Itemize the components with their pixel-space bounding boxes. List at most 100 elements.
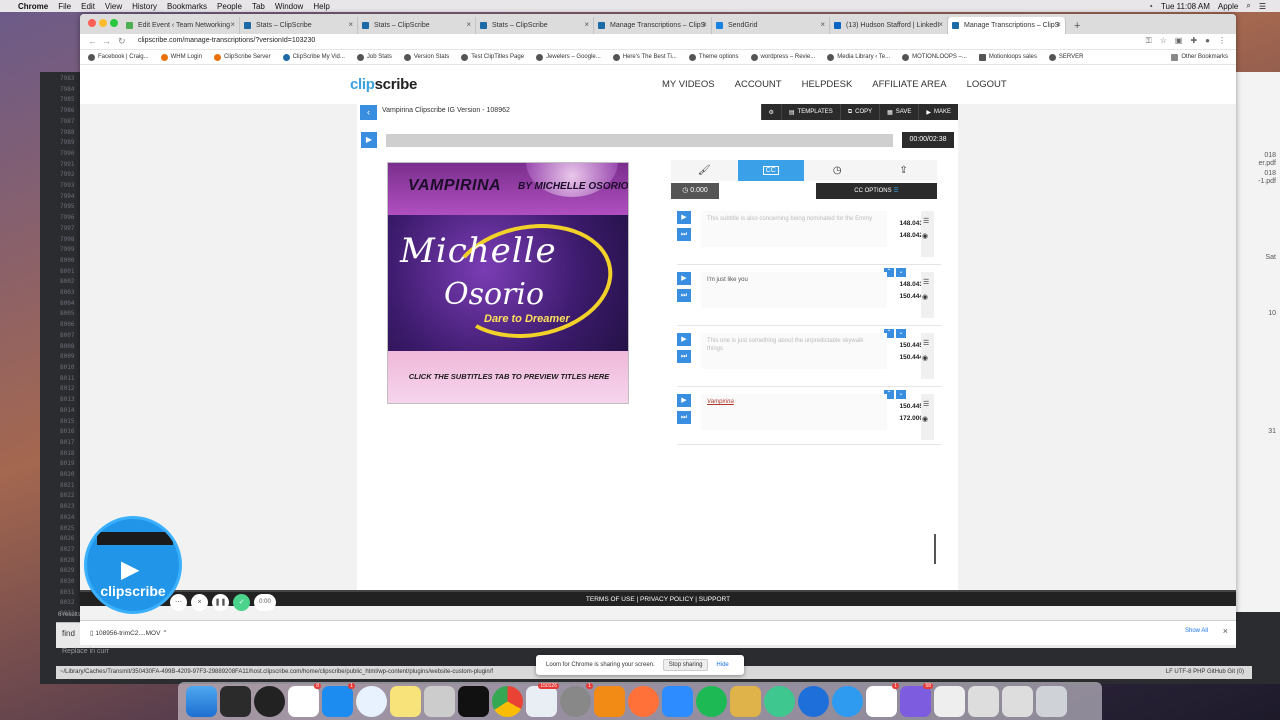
subtitle-start-time[interactable]: 150.445 bbox=[881, 403, 924, 410]
tab-style[interactable]: 🖌 bbox=[671, 160, 738, 181]
play-to-end-button[interactable]: ⏭ bbox=[677, 350, 691, 363]
play-segment-button[interactable]: ▶ bbox=[677, 394, 691, 407]
make-button[interactable]: ▶ MAKE bbox=[918, 104, 958, 120]
calendar-icon[interactable]: 8 bbox=[288, 682, 321, 717]
bookmark-item[interactable]: ClipScribe My Vid... bbox=[282, 53, 345, 61]
tab-close-icon[interactable]: × bbox=[938, 20, 943, 29]
tab-close-icon[interactable]: × bbox=[466, 20, 471, 29]
cancel-recording-icon[interactable]: × bbox=[191, 594, 208, 611]
back-icon[interactable]: ← bbox=[88, 36, 97, 46]
chrome-icon[interactable] bbox=[492, 685, 523, 717]
safari-icon[interactable] bbox=[356, 685, 387, 717]
transmit-icon[interactable] bbox=[730, 685, 761, 717]
close-icon[interactable]: × bbox=[1223, 626, 1228, 636]
cc-options-button[interactable]: CC OPTIONS ☰ bbox=[816, 183, 937, 199]
wifi-icon[interactable]: ◔ bbox=[1148, 2, 1153, 11]
footer-privacy-link[interactable]: PRIVACY POLICY bbox=[640, 596, 693, 603]
bookmark-item[interactable]: Facebook | Craig... bbox=[88, 53, 149, 61]
clock[interactable]: Tue 11:08 AM bbox=[1161, 2, 1210, 11]
subtitle-end-time[interactable]: 150.444 bbox=[881, 354, 924, 361]
footer-terms-link[interactable]: TERMS OF USE bbox=[586, 596, 635, 603]
star-icon[interactable]: ☆ bbox=[1160, 36, 1167, 46]
playback-progress-bar[interactable] bbox=[386, 134, 893, 147]
trash-icon[interactable] bbox=[1036, 685, 1067, 717]
notes-icon[interactable] bbox=[390, 685, 421, 717]
footer-support-link[interactable]: SUPPORT bbox=[699, 596, 730, 603]
drag-handle-icon[interactable]: ☰ bbox=[923, 339, 929, 347]
bookmark-item[interactable]: SERVER bbox=[1048, 53, 1083, 61]
obs-icon[interactable] bbox=[254, 685, 285, 717]
subtitle-start-time[interactable]: 148.043 bbox=[881, 281, 924, 288]
nav-affiliate-area[interactable]: AFFILIATE AREA bbox=[872, 79, 946, 90]
play-segment-button[interactable]: ▶ bbox=[677, 333, 691, 346]
subtitle-list-scrollbar[interactable] bbox=[934, 534, 936, 564]
hide-notice-button[interactable]: Hide bbox=[716, 662, 728, 668]
settings-button[interactable]: ⚙ bbox=[760, 104, 781, 120]
activity-icon[interactable] bbox=[220, 685, 251, 717]
nav-account[interactable]: ACCOUNT bbox=[735, 79, 782, 90]
key-icon[interactable]: ⚿ bbox=[1146, 36, 1152, 46]
visibility-icon[interactable]: ◉ bbox=[922, 415, 928, 423]
app-store-icon[interactable]: 1 bbox=[322, 682, 355, 717]
save-button[interactable]: ▦ SAVE bbox=[879, 104, 918, 120]
bookmark-item[interactable]: MOTIONLOOPS –... bbox=[902, 53, 967, 61]
templates-button[interactable]: ▤ TEMPLATES bbox=[780, 104, 840, 120]
subtitle-start-time[interactable]: 148.043 bbox=[881, 220, 924, 227]
visibility-icon[interactable]: ◉ bbox=[922, 232, 928, 240]
show-all-downloads[interactable]: Show All bbox=[1185, 628, 1208, 634]
subtitle-text-input[interactable]: This subtitle is also concerning being n… bbox=[701, 211, 887, 247]
url-field[interactable]: clipscribe.com/manage-transcriptions/?ve… bbox=[138, 37, 315, 44]
bookmark-item[interactable]: Test ClipTitles Page bbox=[461, 53, 524, 61]
tab-close-icon[interactable]: × bbox=[702, 20, 707, 29]
subtitle-end-time[interactable]: 148.042 bbox=[881, 232, 924, 239]
stop-sharing-button[interactable]: Stop sharing bbox=[662, 659, 709, 671]
menu-view[interactable]: View bbox=[105, 2, 122, 11]
bookmark-item[interactable]: Here's The Best Ti... bbox=[612, 53, 677, 61]
forward-icon[interactable]: → bbox=[102, 36, 111, 46]
more-options-icon[interactable]: ⋯ bbox=[170, 594, 187, 611]
extension-icon[interactable]: ▣ bbox=[1175, 36, 1183, 46]
other-bookmarks[interactable]: Other Bookmarks bbox=[1171, 53, 1228, 61]
tab-subtitles[interactable]: CC bbox=[737, 160, 804, 181]
nav-logout[interactable]: LOGOUT bbox=[967, 79, 1007, 90]
window-thumbnail-icon[interactable] bbox=[968, 685, 999, 717]
subtitle-text-input[interactable]: This one is just something about the unp… bbox=[701, 333, 887, 369]
tab-share[interactable]: ⇪ bbox=[870, 160, 937, 181]
list-icon[interactable]: ☰ bbox=[1259, 2, 1266, 11]
zoom-window-icon[interactable] bbox=[110, 19, 118, 27]
nav-my-videos[interactable]: MY VIDEOS bbox=[662, 79, 715, 90]
tab-close-icon[interactable]: × bbox=[1056, 20, 1061, 29]
menu-edit[interactable]: Edit bbox=[81, 2, 95, 11]
slack-icon[interactable]: 1 bbox=[866, 682, 899, 717]
browser-tab[interactable]: Stats – ClipScribe × bbox=[358, 17, 476, 34]
nav-helpdesk[interactable]: HELPDESK bbox=[802, 79, 853, 90]
new-tab-icon[interactable]: + bbox=[1066, 20, 1088, 34]
copy-button[interactable]: ⧉ COPY bbox=[839, 104, 879, 120]
play-to-end-button[interactable]: ⏭ bbox=[677, 411, 691, 424]
more-menu-icon[interactable]: ⋮ bbox=[1218, 36, 1226, 46]
clipscribe-logo[interactable]: clipscribe bbox=[350, 76, 417, 93]
play-to-end-button[interactable]: ⏭ bbox=[677, 289, 691, 302]
finish-recording-icon[interactable]: ✓ bbox=[233, 594, 250, 611]
browser-tab[interactable]: Stats – ClipScribe × bbox=[476, 17, 594, 34]
user-menu[interactable]: Apple bbox=[1218, 2, 1238, 11]
puzzle-icon[interactable]: ✚ bbox=[1190, 36, 1197, 46]
browser-tab[interactable]: Edit Event ‹ Team Networking × bbox=[122, 17, 240, 34]
bookmark-item[interactable]: ClipScribe Server bbox=[213, 53, 271, 61]
subtitle-start-time[interactable]: 150.445 bbox=[881, 342, 924, 349]
main-play-button[interactable]: ▶ bbox=[361, 132, 377, 148]
atom-icon[interactable] bbox=[764, 685, 795, 717]
tab-close-icon[interactable]: × bbox=[820, 20, 825, 29]
browser-tab[interactable]: Stats – ClipScribe × bbox=[240, 17, 358, 34]
bookmark-item[interactable]: wordpress – Revie... bbox=[750, 53, 815, 61]
menu-file[interactable]: File bbox=[58, 2, 71, 11]
browser-tab[interactable]: Manage Transcriptions – ClipS × bbox=[594, 17, 712, 34]
reload-icon[interactable]: ↻ bbox=[118, 36, 126, 47]
subtitle-end-time[interactable]: 150.444 bbox=[881, 293, 924, 300]
replace-input[interactable]: Replace in curr bbox=[62, 648, 109, 655]
mail-icon[interactable]: 150126 bbox=[526, 682, 559, 717]
messages-icon[interactable] bbox=[832, 685, 863, 717]
vlc-icon[interactable] bbox=[594, 685, 625, 717]
bookmark-item[interactable]: Version Stats bbox=[403, 53, 449, 61]
browser-tab[interactable]: SendGrid × bbox=[712, 17, 830, 34]
